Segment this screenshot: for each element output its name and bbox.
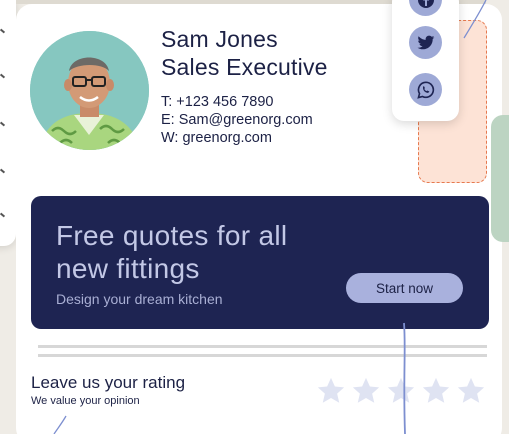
banner-subtitle: Design your dream kitchen: [56, 291, 223, 307]
divider-line: [38, 354, 487, 357]
facebook-button[interactable]: [409, 0, 442, 16]
portrait-photo: [30, 31, 149, 150]
side-toolbar: [0, 0, 16, 246]
banner-title: Free quotes for all new fittings: [56, 220, 288, 284]
avatar: [30, 31, 149, 150]
star-icon[interactable]: [386, 376, 416, 406]
contact-name: Sam Jones: [161, 26, 278, 52]
decorative-green-shape: [491, 115, 509, 242]
rating-title: Leave us your rating: [31, 373, 186, 392]
whatsapp-button[interactable]: [409, 73, 442, 106]
toolbar-mark: [0, 168, 6, 174]
contact-website[interactable]: W: greenorg.com: [161, 130, 272, 146]
star-icon[interactable]: [421, 376, 451, 406]
facebook-icon: [417, 0, 434, 8]
star-icon[interactable]: [456, 376, 486, 406]
contact-phone: T: +123 456 7890: [161, 94, 274, 110]
start-now-button[interactable]: Start now: [346, 273, 463, 303]
toolbar-mark: [0, 73, 6, 79]
star-icon[interactable]: [351, 376, 381, 406]
promo-banner: Free quotes for all new fittings Design …: [31, 196, 489, 329]
contact-role: Sales Executive: [161, 54, 328, 80]
twitter-icon: [417, 35, 434, 49]
social-links-panel: [392, 0, 459, 121]
toolbar-mark: [0, 28, 6, 34]
whatsapp-icon: [416, 81, 434, 99]
email-signature-canvas: Sam Jones Sales Executive T: +123 456 78…: [0, 0, 509, 434]
rating-subtitle: We value your opinion: [31, 395, 140, 407]
toolbar-mark: [0, 121, 6, 127]
twitter-button[interactable]: [409, 26, 442, 59]
toolbar-mark: [0, 212, 6, 218]
star-icon[interactable]: [316, 376, 346, 406]
contact-email[interactable]: E: Sam@greenorg.com: [161, 112, 313, 128]
divider-line: [38, 345, 487, 348]
star-rating: [316, 376, 486, 406]
